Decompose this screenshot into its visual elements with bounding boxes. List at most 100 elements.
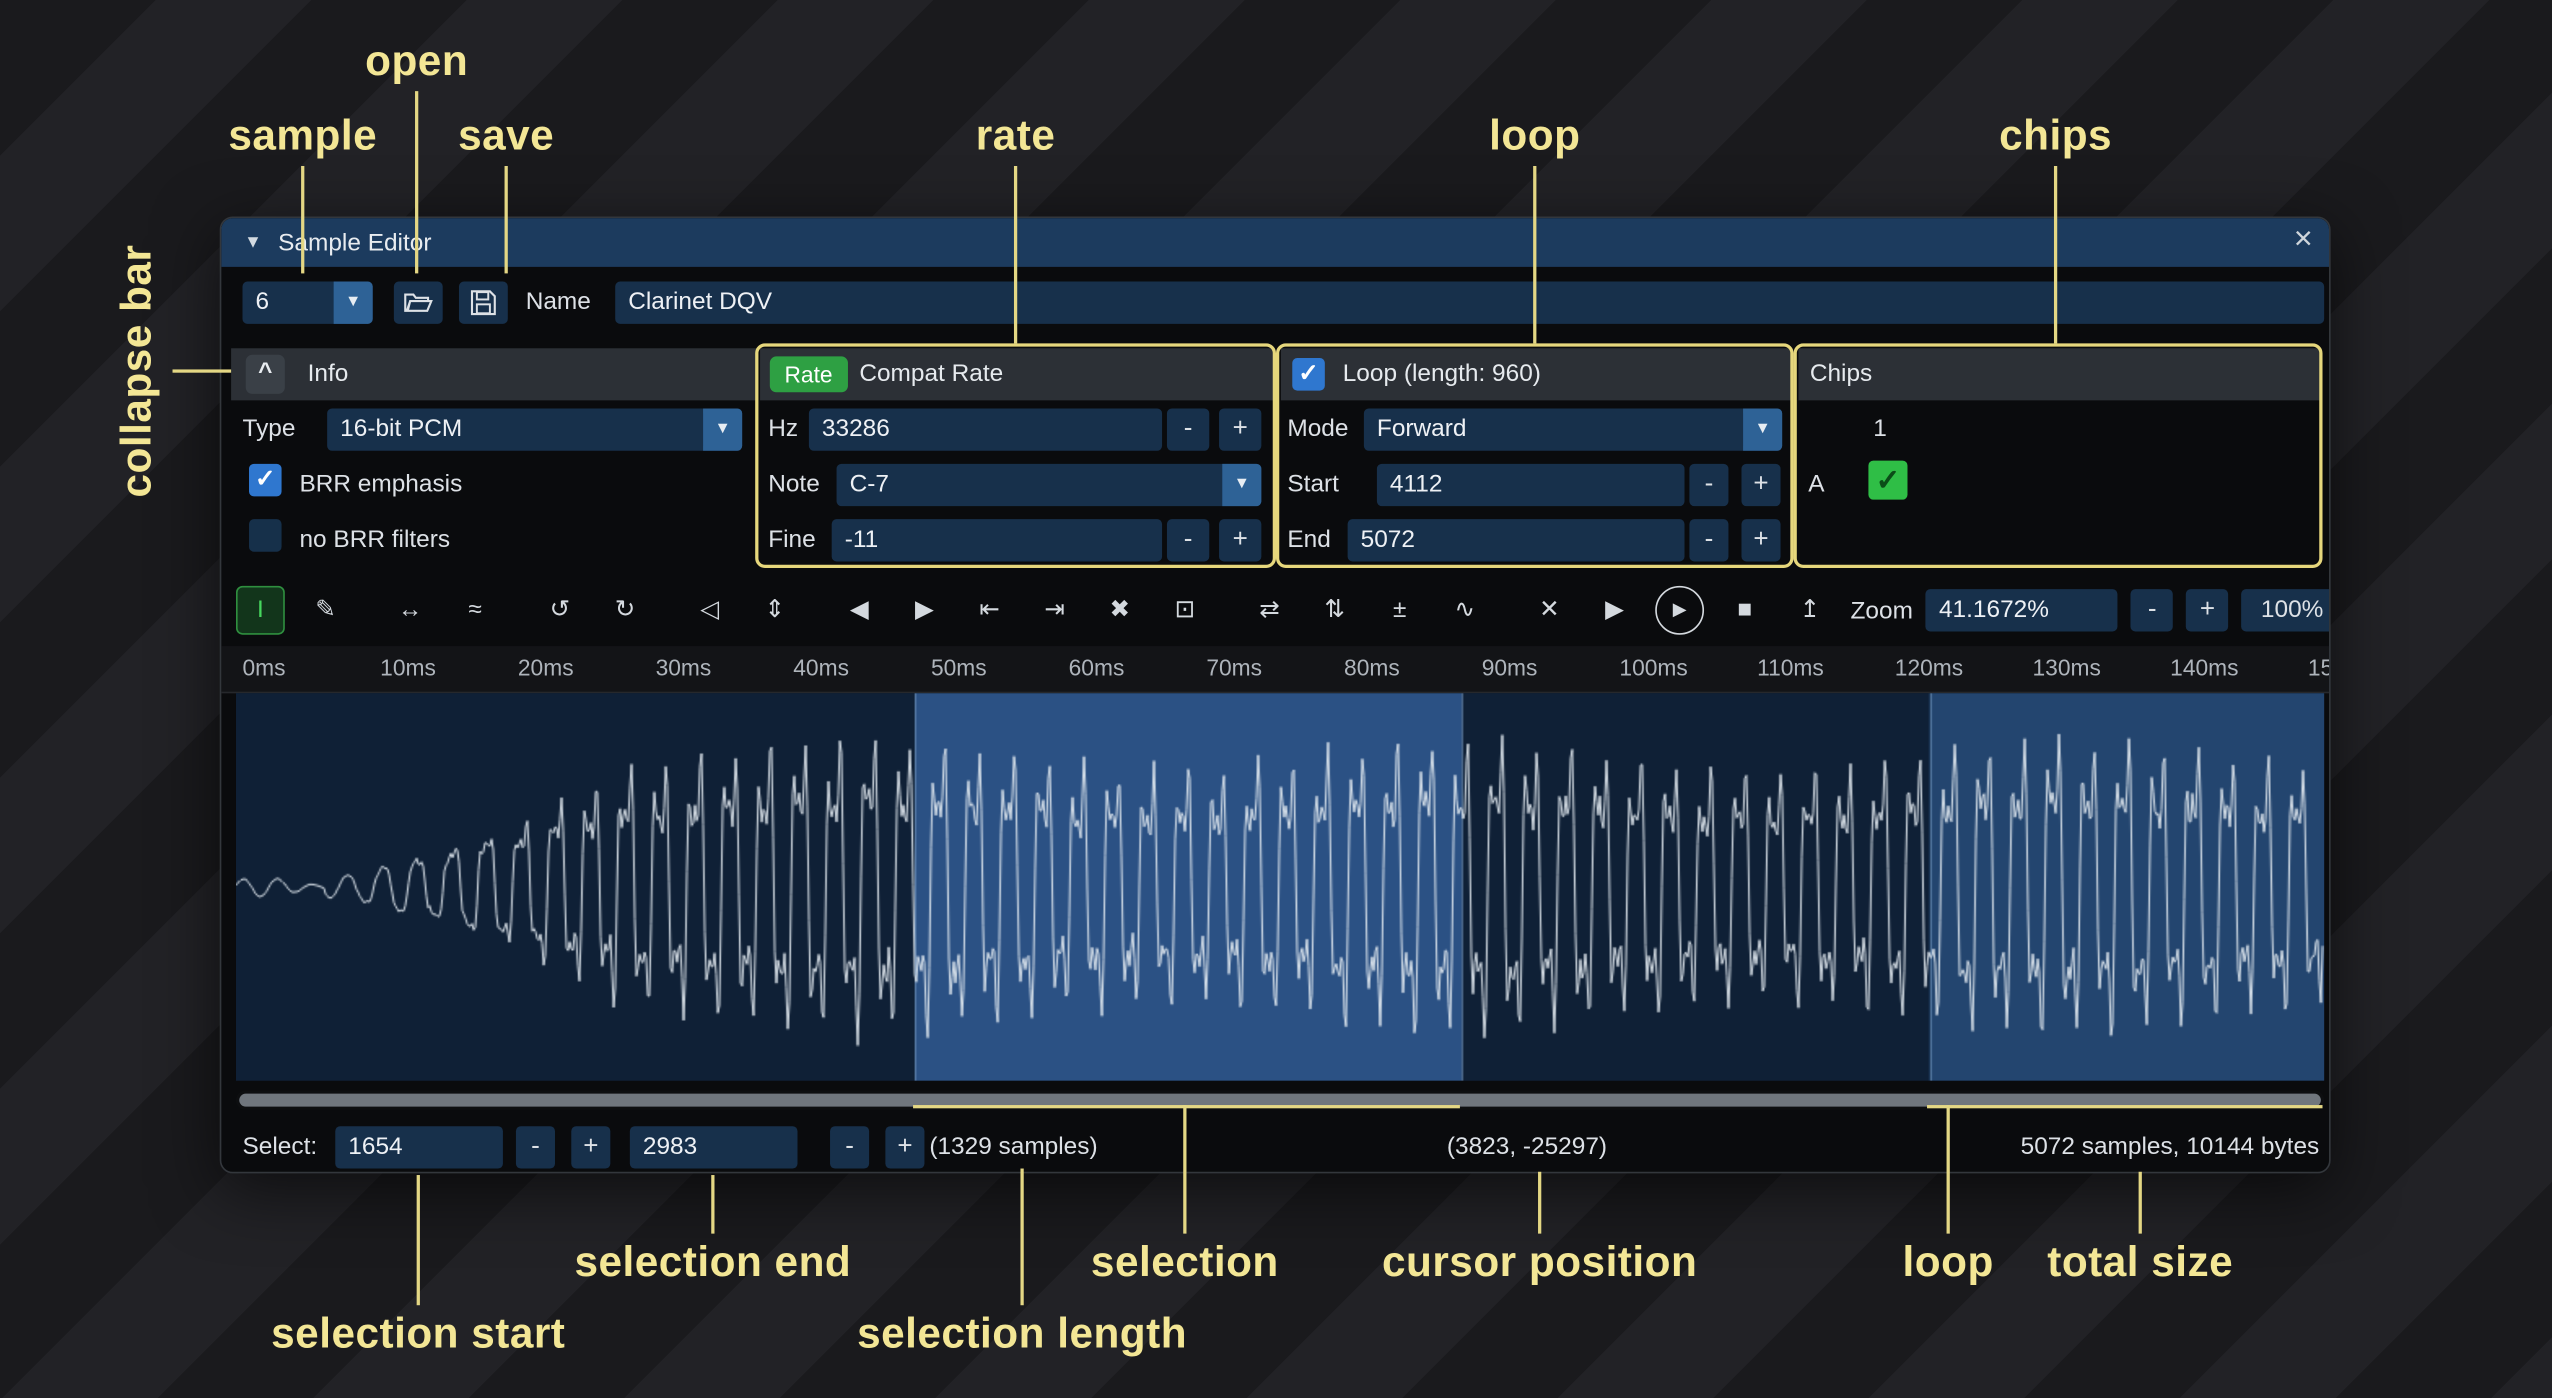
undo-icon[interactable]: ↺ [535,586,584,635]
brr-emphasis-checkbox[interactable]: ✓ [249,464,282,497]
fine-plus-button[interactable]: + [1219,519,1261,561]
delete-icon[interactable]: ✖ [1095,586,1144,635]
annotation-selection-end: selection end [574,1237,851,1287]
annotation-rate-line [1014,166,1017,343]
chevron-down-icon: ▼ [334,282,373,324]
timeline-label: 100ms [1619,654,1687,680]
redo-icon[interactable]: ↻ [601,586,650,635]
annotation-selection-length-line [1020,1169,1023,1306]
collapse-bar-button[interactable]: ^ [246,355,285,394]
selection-start-plus-button[interactable]: + [571,1126,610,1168]
timeline-label: 130ms [2032,654,2100,680]
trim-icon[interactable]: ⊡ [1160,586,1209,635]
resample-icon[interactable]: ≈ [451,586,500,635]
hz-minus-button[interactable]: - [1167,408,1209,450]
amplify-icon[interactable]: ◁ [685,586,734,635]
draw-icon[interactable]: ✎ [301,586,350,635]
crossfade-loop-icon[interactable]: ✕ [1525,586,1574,635]
invert-icon[interactable]: ⇅ [1310,586,1359,635]
chevron-down-icon: ▼ [1222,464,1261,506]
loop-end-minus-button[interactable]: - [1689,519,1728,561]
chips-column-header: 1 [1873,408,1887,450]
open-button[interactable] [394,282,443,324]
annotation-rate: rate [976,111,1056,161]
sign-convert-icon[interactable]: ± [1375,586,1424,635]
apply-silence-icon[interactable]: ⇥ [1030,586,1079,635]
resize-icon[interactable]: ↔ [386,586,435,635]
loop-start-input[interactable]: 4112 [1377,464,1685,506]
close-icon[interactable]: × [2294,221,2313,258]
type-label: Type [243,408,296,450]
reverse-icon[interactable]: ⇄ [1245,586,1294,635]
timeline-label: 120ms [1895,654,1963,680]
fine-input[interactable]: -11 [832,519,1162,561]
fine-minus-button[interactable]: - [1167,519,1209,561]
annotation-sample: sample [228,111,377,161]
fade-out-icon[interactable]: ▶ [900,586,949,635]
timeline-label: 30ms [656,654,712,680]
loop-start-plus-button[interactable]: + [1741,464,1780,506]
loop-end-input[interactable]: 5072 [1348,519,1685,561]
select-label: Select: [243,1126,318,1168]
selection-end-minus-button[interactable]: - [830,1126,869,1168]
note-dropdown[interactable]: C-7 ▼ [837,464,1262,506]
annotation-loop-bottom: loop [1903,1237,1994,1287]
hz-input[interactable]: 33286 [809,408,1162,450]
annotation-sample-line [301,166,304,273]
timeline-ruler[interactable]: 0ms10ms20ms30ms40ms50ms60ms70ms80ms90ms1… [221,646,2330,693]
zoom-input[interactable]: 41.1672% [1926,589,2118,631]
loop-mode-value: Forward [1377,408,1467,450]
annotation-selection-line [1183,1105,1186,1234]
chips-row-label: A [1808,464,1824,506]
zoom-reset-button[interactable]: 100% [2242,589,2331,631]
zoom-out-button[interactable]: - [2131,589,2173,631]
selection-end-plus-button[interactable]: + [885,1126,924,1168]
selection-start-minus-button[interactable]: - [516,1126,555,1168]
fade-in-icon[interactable]: ◀ [835,586,884,635]
waveform-canvas[interactable] [236,693,2324,1080]
type-value: 16-bit PCM [340,408,462,450]
loop-panel-title: Loop (length: 960) [1343,348,1541,400]
name-input[interactable]: Clarinet DQV [615,282,2324,324]
loop-enable-checkbox[interactable]: ✓ [1292,358,1325,391]
chip-a-checkbox[interactable]: ✓ [1868,461,1907,500]
timeline-label: 60ms [1069,654,1125,680]
zoom-in-button[interactable]: + [2186,589,2228,631]
edit-select-icon[interactable]: I [236,586,285,635]
waveform-display[interactable] [236,693,2324,1080]
preview-loop-icon[interactable]: ▶ [1655,586,1704,635]
note-label: Note [768,464,820,506]
window-collapse-icon[interactable]: ▼ [244,233,262,253]
rate-panel-title: Compat Rate [859,348,1003,400]
selection-end-input[interactable]: 2983 [630,1126,798,1168]
selection-start-input[interactable]: 1654 [335,1126,503,1168]
hz-plus-button[interactable]: + [1219,408,1261,450]
normalize-icon[interactable]: ⇕ [750,586,799,635]
loop-mode-dropdown[interactable]: Forward ▼ [1364,408,1782,450]
annotation-open: open [365,36,468,86]
loop-start-minus-button[interactable]: - [1689,464,1728,506]
stop-icon[interactable]: ■ [1720,586,1769,635]
loop-end-plus-button[interactable]: + [1741,519,1780,561]
annotation-collapse-bar: collapse bar [111,245,161,498]
loop-panel-header: ✓ Loop (length: 960) [1281,348,1792,400]
save-button[interactable] [459,282,508,324]
annotation-chips-line [2054,166,2057,343]
import-icon[interactable]: ↥ [1785,586,1834,635]
insert-silence-icon[interactable]: ⇤ [965,586,1014,635]
annotation-cursor-position: cursor position [1382,1237,1697,1287]
timeline-label: 20ms [518,654,574,680]
selection-length-text: (1329 samples) [929,1126,1097,1168]
sample-index-dropdown[interactable]: 6 ▼ [243,282,373,324]
type-dropdown[interactable]: 16-bit PCM ▼ [327,408,742,450]
rate-badge: Rate [770,356,847,392]
no-brr-filters-checkbox[interactable] [249,519,282,552]
zoom-controls: Zoom 41.1672% - + 100% [1851,589,2331,631]
preview-icon[interactable]: ▶ [1590,586,1639,635]
timeline-label: 80ms [1344,654,1400,680]
timeline-label: 90ms [1482,654,1538,680]
filter-icon[interactable]: ∿ [1440,586,1489,635]
folder-open-icon [404,291,433,314]
info-panel-title: Info [308,348,349,400]
note-value: C-7 [850,464,889,506]
